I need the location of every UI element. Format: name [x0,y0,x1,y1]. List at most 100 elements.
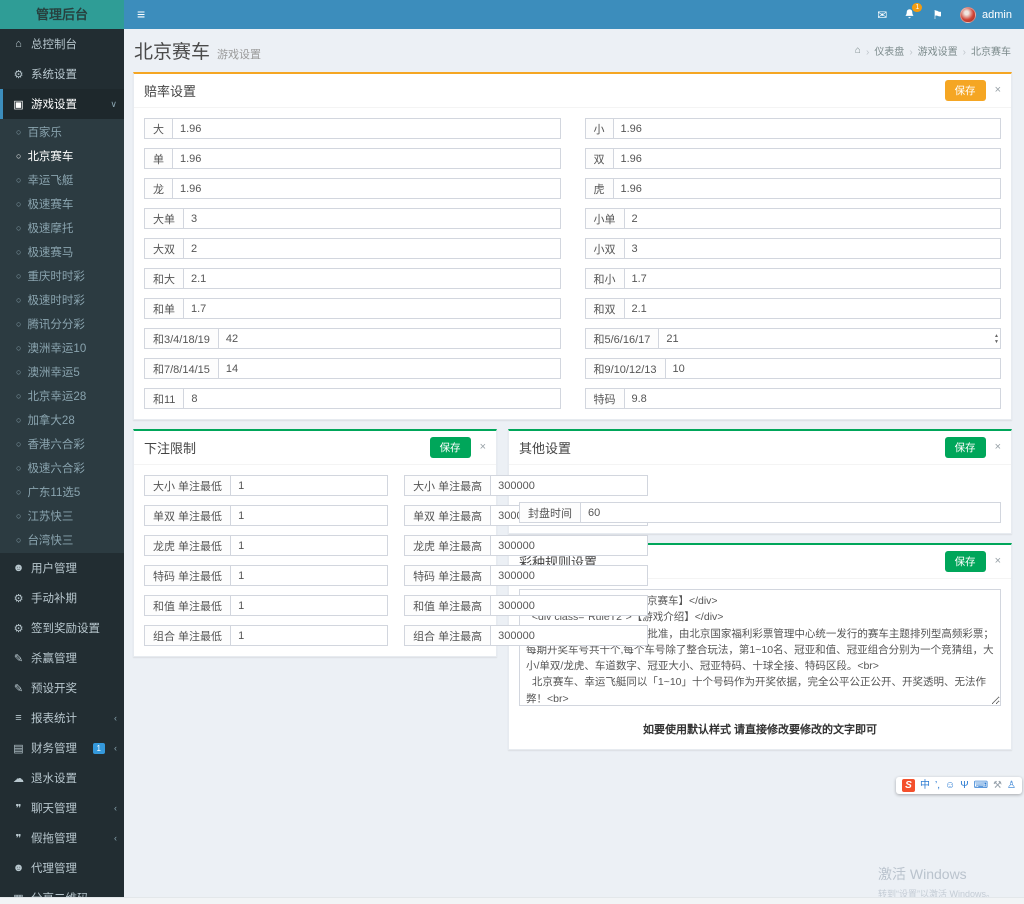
limit-field: 和值 单注最高 [404,595,648,616]
other-save-button[interactable]: 保存 [945,437,986,458]
sidebar-subitem[interactable]: ○极速摩托 [0,216,124,240]
toolbox-icon[interactable]: ⚒ [993,781,1002,791]
odds-field-input[interactable] [613,178,1002,199]
odds-field-input[interactable] [624,298,1002,319]
magic-icon: ✎ [12,652,25,665]
limit-field-input[interactable] [490,565,648,586]
keyboard-icon[interactable]: ⌨ [974,781,988,791]
odds-save-button[interactable]: 保存 [945,80,986,101]
limit-field-input[interactable] [230,475,388,496]
sidebar-subitem[interactable]: ○澳洲幸运10 [0,336,124,360]
limit-field-input[interactable] [230,535,388,556]
sidebar-item-finance[interactable]: ▤财务管理1‹ [0,733,124,763]
chevron-left-icon: ‹ [114,803,117,813]
sidebar-subitem[interactable]: ○北京幸运28 [0,384,124,408]
ime-toolbar: S 中 ’, ☺ Ψ ⌨ ⚒ ♙ [896,777,1022,794]
sidebar-subitem[interactable]: ○重庆时时彩 [0,264,124,288]
sidebar-subitem-label: 江苏快三 [27,508,73,524]
sogou-logo-icon[interactable]: S [902,779,915,792]
messages-icon[interactable]: ✉ [877,9,887,21]
sidebar-item-chat[interactable]: ❞聊天管理‹ [0,793,124,823]
skin-icon[interactable]: ♙ [1007,781,1016,791]
odds-field-input[interactable] [172,178,561,199]
sidebar-subitem[interactable]: ○腾讯分分彩 [0,312,124,336]
limit-field-input[interactable] [230,505,388,526]
odds-field-input[interactable] [172,118,561,139]
emoji-icon[interactable]: ☺ [945,781,955,791]
sidebar-subitem[interactable]: ○江苏快三 [0,504,124,528]
sidebar-subitem[interactable]: ○百家乐 [0,120,124,144]
user-menu[interactable]: admin [960,7,1012,23]
breadcrumb-item[interactable]: 仪表盘 [861,43,904,58]
odds-field-input[interactable] [613,148,1002,169]
horizontal-scrollbar[interactable] [0,897,1024,904]
limit-field-input[interactable] [490,475,648,496]
odds-field-input[interactable] [218,358,561,379]
sidebar-item-report-stats[interactable]: ≡报表统计‹ [0,703,124,733]
chinese-mode-icon[interactable]: 中 [920,781,930,791]
sidebar-item-preset-draw[interactable]: ✎预设开奖 [0,673,124,703]
limit-field-input[interactable] [490,535,648,556]
sidebar-subitem[interactable]: ○广东11选5 [0,480,124,504]
odds-field-input[interactable] [183,298,561,319]
odds-field-input[interactable] [172,148,561,169]
sidebar-subitem[interactable]: ○北京赛车 [0,144,124,168]
notifications-bell-icon[interactable]: 1 [904,8,915,22]
limit-field-input[interactable] [230,565,388,586]
odds-field-input[interactable] [183,388,560,409]
odds-field-input[interactable] [183,268,561,289]
punctuation-icon[interactable]: ’, [935,781,940,791]
sidebar-item-agent[interactable]: ☻代理管理 [0,853,124,883]
sidebar-subitem[interactable]: ○台湾快三 [0,528,124,552]
sidebar-subitem[interactable]: ○香港六合彩 [0,432,124,456]
sidebar-subitem[interactable]: ○极速六合彩 [0,456,124,480]
close-icon[interactable]: × [480,442,486,453]
sidebar-subitem[interactable]: ○澳洲幸运5 [0,360,124,384]
sidebar-item-manual-period[interactable]: ⚙手动补期 [0,583,124,613]
flag-icon[interactable]: ⚑ [932,9,943,21]
limits-save-button[interactable]: 保存 [430,437,471,458]
sidebar-item-kill-win[interactable]: ✎杀赢管理 [0,643,124,673]
close-icon[interactable]: × [995,85,1001,96]
sidebar-subitem[interactable]: ○极速赛马 [0,240,124,264]
number-spinner-icon[interactable]: ▲▼ [994,332,999,345]
sidebar-toggle-icon[interactable]: ≡ [124,0,158,29]
sidebar-subitem[interactable]: ○加拿大28 [0,408,124,432]
odds-field-input[interactable] [183,208,561,229]
odds-field-input[interactable] [218,328,561,349]
sidebar-subitem[interactable]: ○幸运飞艇 [0,168,124,192]
sidebar-subitem[interactable]: ○极速赛车 [0,192,124,216]
odds-field-input[interactable] [613,118,1002,139]
close-time-input[interactable] [580,502,1001,523]
close-icon[interactable]: × [995,442,1001,453]
odds-field-input[interactable] [624,388,1002,409]
cloud-icon: ☁ [12,772,25,785]
breadcrumb-item[interactable]: 北京赛车 [958,43,1011,58]
rules-save-button[interactable]: 保存 [945,551,986,572]
limit-field-input[interactable] [230,625,388,646]
sidebar-item-water-return[interactable]: ☁退水设置 [0,763,124,793]
odds-field-input[interactable] [658,328,1001,349]
odds-field-input[interactable] [624,208,1002,229]
sidebar-subitem[interactable]: ○极速时时彩 [0,288,124,312]
sidebar-item-system-settings[interactable]: ⚙系统设置 [0,59,124,89]
close-icon[interactable]: × [995,556,1001,567]
sidebar-item-game-settings[interactable]: ▣游戏设置∨ [0,89,124,119]
odds-field-input[interactable] [665,358,1002,379]
app-logo[interactable]: 管理后台 [0,0,124,29]
breadcrumb-item[interactable]: 游戏设置 [904,43,957,58]
sidebar-item-user-management[interactable]: ☻用户管理 [0,553,124,583]
odds-field-input[interactable] [624,268,1002,289]
sidebar-item-share-qrcode[interactable]: ▦分享二维码 [0,883,124,897]
sidebar-item-fake-drag[interactable]: ❞假拖管理‹ [0,823,124,853]
limit-field-input[interactable] [490,625,648,646]
limit-field-input[interactable] [490,595,648,616]
odds-field-input[interactable] [624,238,1002,259]
sidebar-item-signin-reward[interactable]: ⚙签到奖励设置 [0,613,124,643]
odds-field-input[interactable] [183,238,561,259]
limit-field: 单双 单注最低 [144,505,388,526]
microphone-icon[interactable]: Ψ [960,781,968,791]
limit-field-input[interactable] [230,595,388,616]
sidebar-item-console[interactable]: ⌂总控制台 [0,29,124,59]
gamepad-icon: ▣ [12,98,25,111]
